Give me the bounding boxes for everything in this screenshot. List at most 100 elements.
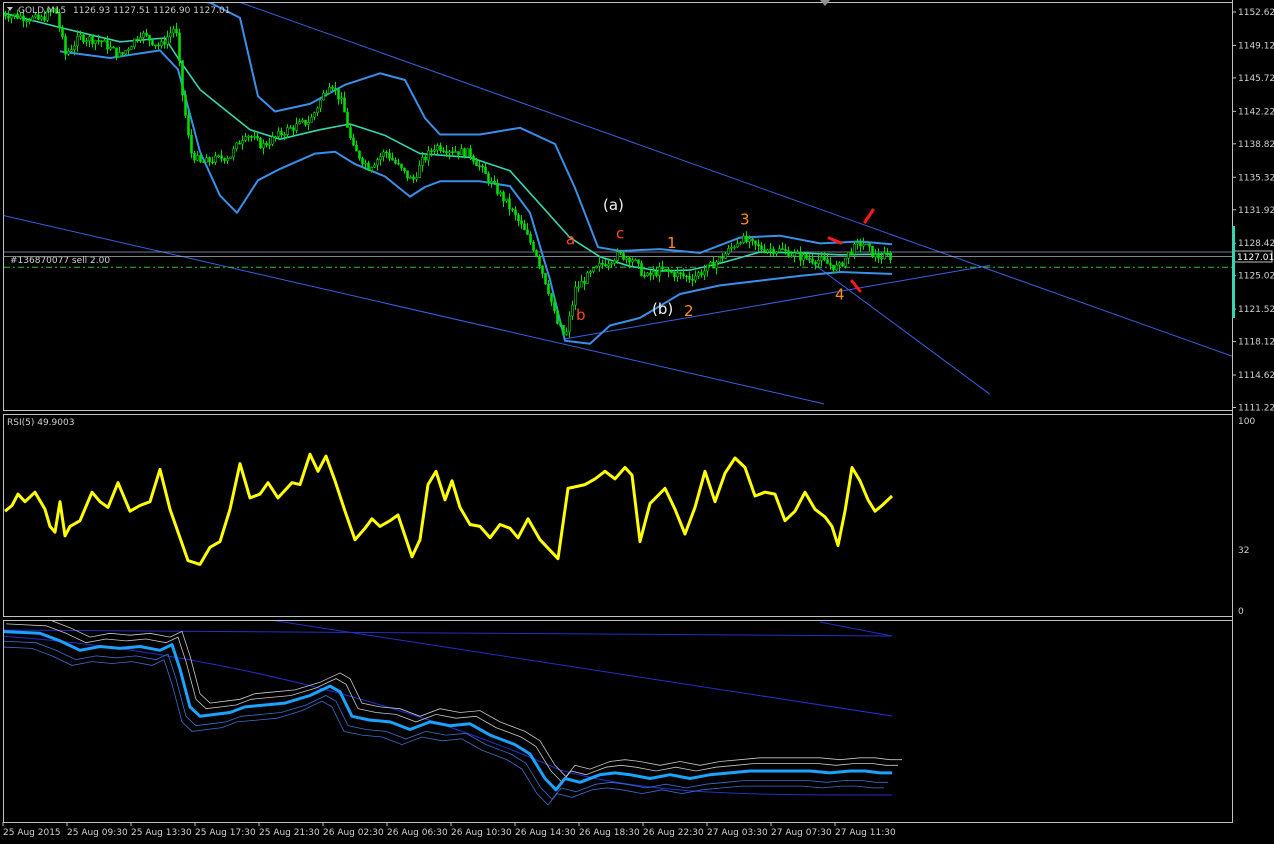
candle-body xyxy=(118,52,121,57)
candle-body xyxy=(760,245,763,250)
candle-body xyxy=(874,254,877,258)
candle-body xyxy=(610,262,613,265)
candle-body xyxy=(262,143,265,149)
candle-body xyxy=(268,143,271,146)
candle-body xyxy=(214,155,217,163)
candle-body xyxy=(271,136,274,145)
candle-body xyxy=(628,257,631,263)
candle-body xyxy=(169,32,172,38)
candle-body xyxy=(637,259,640,264)
candle-body xyxy=(625,257,628,260)
candle-body xyxy=(790,255,793,258)
ind-main-line xyxy=(4,630,892,792)
candle-body xyxy=(805,254,808,259)
candle-body xyxy=(373,164,376,168)
price-tick-label: 1135.32 xyxy=(1238,173,1274,183)
candle-body xyxy=(370,167,373,171)
candle-body xyxy=(787,250,790,258)
candle-body xyxy=(355,144,358,152)
signal-arrow-icon xyxy=(863,208,875,224)
candle-body xyxy=(730,246,733,249)
candle-body xyxy=(124,50,127,55)
candle-body xyxy=(742,235,745,243)
candle-body xyxy=(886,252,889,255)
price-range-bar xyxy=(1232,226,1235,318)
candle-body xyxy=(478,165,481,167)
candle-body xyxy=(418,165,421,178)
candle-body xyxy=(82,34,85,42)
candle-body xyxy=(61,27,64,37)
candle-body xyxy=(769,248,772,251)
wave-label: c xyxy=(616,225,624,243)
bollinger-bands xyxy=(4,3,893,345)
time-tick-label: 26 Aug 18:30 xyxy=(579,828,640,838)
candle-body xyxy=(220,155,223,159)
candle-body xyxy=(721,256,724,259)
candle-body xyxy=(232,148,235,158)
candle-body xyxy=(157,44,160,47)
time-tick-label: 27 Aug 07:30 xyxy=(771,828,832,838)
candle-body xyxy=(430,150,433,152)
candle-body xyxy=(202,161,205,163)
candle-body xyxy=(31,16,34,21)
candle-body xyxy=(619,251,622,254)
candle-body xyxy=(409,176,412,179)
price-tick-label: 1142.22 xyxy=(1238,107,1274,117)
price-candles xyxy=(4,7,892,338)
candle-body xyxy=(280,131,283,136)
candle-body xyxy=(595,265,598,269)
candle-body xyxy=(331,86,334,89)
candle-body xyxy=(142,32,145,38)
time-tick-label: 25 Aug 17:30 xyxy=(195,828,256,838)
candle-body xyxy=(394,159,397,164)
candle-body xyxy=(802,254,805,261)
candle-body xyxy=(703,270,706,276)
candle-body xyxy=(250,135,253,138)
candle-body xyxy=(607,263,610,267)
candle-body xyxy=(505,198,508,202)
candle-body xyxy=(562,325,565,335)
candle-body xyxy=(670,271,673,273)
candle-body xyxy=(844,257,847,267)
collapse-icon[interactable] xyxy=(7,7,13,11)
candle-body xyxy=(115,47,118,57)
candle-body xyxy=(859,242,862,247)
candle-body xyxy=(655,271,658,276)
candle-body xyxy=(160,41,163,47)
candle-body xyxy=(94,40,97,44)
current-price-label: 1127.01 xyxy=(1237,253,1274,263)
candle-body xyxy=(601,262,604,265)
price-tick-label: 1118.12 xyxy=(1238,338,1274,348)
wave-label: b xyxy=(576,306,586,324)
price-tick-label: 1145.72 xyxy=(1238,74,1274,84)
candle-body xyxy=(850,251,853,255)
candle-body xyxy=(763,249,766,253)
candle-body xyxy=(439,145,442,152)
candle-body xyxy=(862,243,865,247)
time-tick-label: 26 Aug 22:30 xyxy=(643,828,704,838)
candle-body xyxy=(739,242,742,245)
candle-body xyxy=(868,243,871,247)
candle-body xyxy=(253,136,256,138)
candle-body xyxy=(847,251,850,259)
candle-body xyxy=(502,192,505,202)
candle-body xyxy=(526,229,529,235)
time-tick-label: 26 Aug 14:30 xyxy=(515,828,576,838)
candle-body xyxy=(679,272,682,274)
candle-body xyxy=(91,36,94,44)
candle-body xyxy=(733,246,736,249)
candle-body xyxy=(514,209,517,216)
candle-body xyxy=(352,137,355,146)
candle-body xyxy=(361,158,364,164)
pane-frame xyxy=(3,620,1233,823)
pane-frame xyxy=(3,414,1233,617)
lower-indicator-pane xyxy=(4,621,902,806)
candle-body xyxy=(121,52,124,55)
candle-body xyxy=(412,176,415,180)
candle-body xyxy=(241,140,244,145)
candle-body xyxy=(448,151,451,154)
candle-body xyxy=(640,263,643,276)
candle-body xyxy=(88,36,91,41)
candle-body xyxy=(445,151,448,154)
candle-body xyxy=(490,180,493,183)
